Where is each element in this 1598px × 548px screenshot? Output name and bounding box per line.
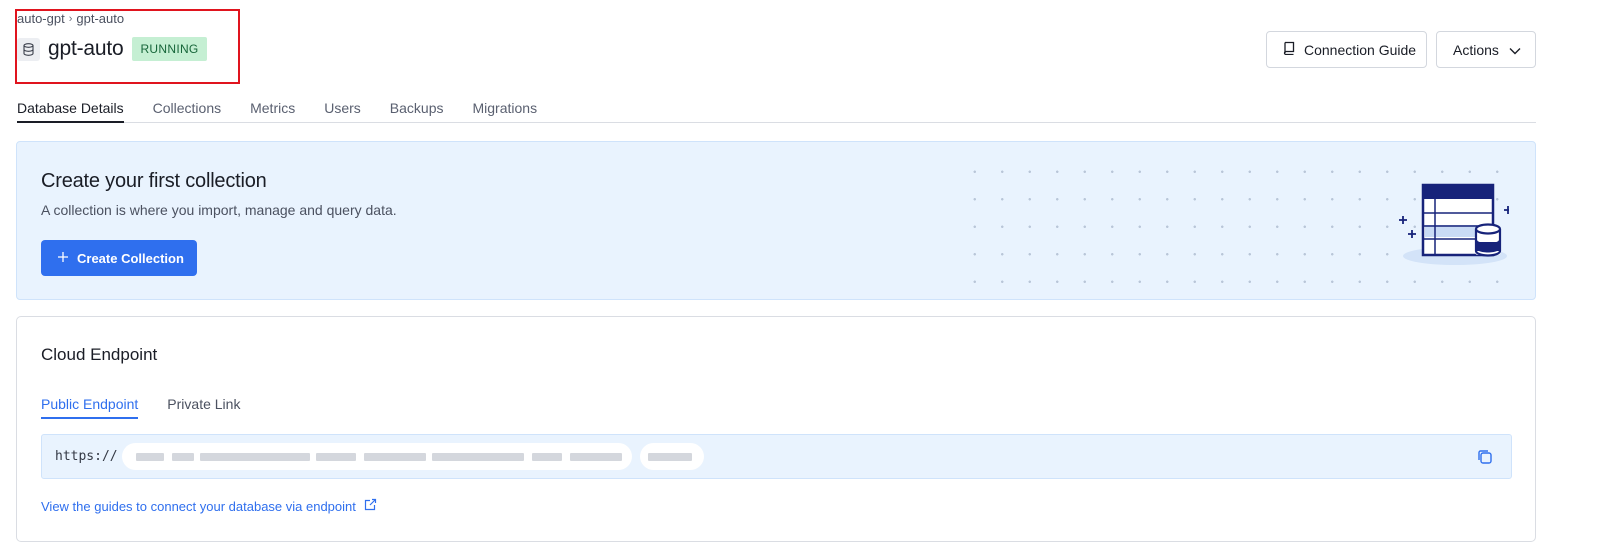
copy-icon[interactable]: [1476, 448, 1494, 466]
title-row: gpt-auto RUNNING: [17, 37, 207, 61]
table-database-illustration: [1399, 183, 1509, 265]
status-badge: RUNNING: [132, 37, 207, 61]
breadcrumb-parent[interactable]: auto-gpt: [17, 11, 65, 26]
banner-title: Create your first collection: [41, 170, 267, 192]
breadcrumb: auto-gpt › gpt-auto: [17, 11, 124, 26]
banner-description: A collection is where you import, manage…: [41, 202, 397, 218]
tab-backups[interactable]: Backups: [390, 100, 444, 123]
book-icon: [1283, 41, 1295, 58]
tab-database-details[interactable]: Database Details: [17, 100, 124, 123]
create-collection-banner: Create your first collection A collectio…: [16, 141, 1536, 300]
tab-users[interactable]: Users: [324, 100, 361, 123]
connect-guide-link[interactable]: View the guides to connect your database…: [41, 498, 377, 514]
page-title: gpt-auto: [48, 37, 124, 60]
connection-guide-button[interactable]: Connection Guide: [1266, 31, 1427, 68]
connect-guide-label: View the guides to connect your database…: [41, 498, 356, 514]
breadcrumb-separator: ›: [68, 12, 73, 25]
chevron-down-icon: [1509, 42, 1521, 58]
database-icon: [17, 37, 40, 61]
endpoint-port-redacted: [640, 443, 704, 470]
cloud-endpoint-card: Cloud Endpoint Public Endpoint Private L…: [16, 316, 1536, 542]
cloud-endpoint-title: Cloud Endpoint: [41, 345, 158, 364]
endpoint-url-redacted: [122, 443, 632, 470]
actions-button[interactable]: Actions: [1436, 31, 1536, 68]
tab-migrations[interactable]: Migrations: [473, 100, 538, 123]
create-collection-button[interactable]: Create Collection: [41, 240, 197, 276]
tab-collections[interactable]: Collections: [153, 100, 221, 123]
endpoint-url-prefix: https://: [55, 449, 118, 464]
tab-metrics[interactable]: Metrics: [250, 100, 295, 123]
actions-label: Actions: [1453, 41, 1499, 58]
tab-private-link[interactable]: Private Link: [167, 396, 240, 419]
endpoint-field[interactable]: https://: [41, 434, 1512, 479]
main-tabs: Database Details Collections Metrics Use…: [17, 100, 1536, 123]
plus-icon: [57, 251, 69, 266]
external-link-icon: [364, 498, 377, 514]
breadcrumb-current: gpt-auto: [76, 11, 125, 26]
tab-public-endpoint[interactable]: Public Endpoint: [41, 396, 139, 419]
endpoint-tabs: Public Endpoint Private Link: [41, 396, 269, 419]
connection-guide-label: Connection Guide: [1304, 41, 1417, 58]
create-collection-label: Create Collection: [77, 250, 184, 266]
